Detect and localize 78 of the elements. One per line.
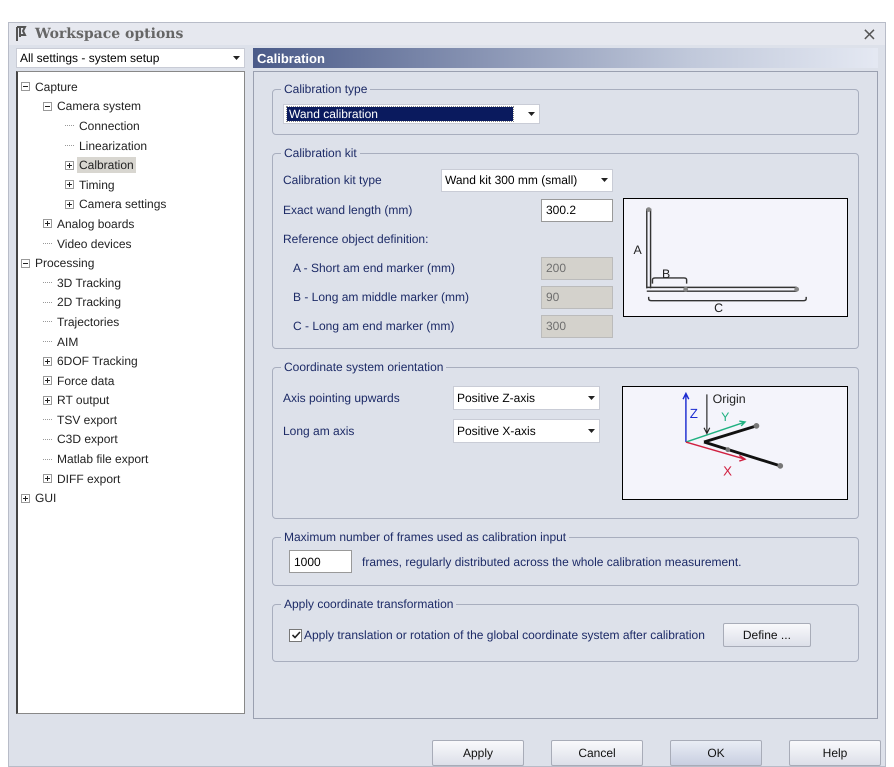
diagram-label: C xyxy=(714,301,724,316)
field-label: Exact wand length (mm) xyxy=(283,203,414,217)
tree-item[interactable]: Connection xyxy=(77,118,142,134)
caret-icon xyxy=(588,396,594,400)
collapse-icon[interactable] xyxy=(21,82,30,92)
group-legend: Calibration kit xyxy=(281,146,360,160)
tree-item[interactable]: TSV export xyxy=(55,412,120,428)
dialog-button[interactable]: OK xyxy=(670,740,762,766)
expand-icon[interactable] xyxy=(43,219,52,228)
axis-label: Y xyxy=(721,410,730,424)
diagram-label: B xyxy=(662,266,670,281)
transform-checkbox[interactable]: Apply translation or rotation of the global coordinate system after calibration xyxy=(289,628,705,642)
field-label: Calibration kit type xyxy=(283,173,383,187)
tree-item[interactable]: 2D Tracking xyxy=(55,294,124,310)
calibration-type-dropdown[interactable]: Wand calibration xyxy=(283,104,540,124)
collapse-icon[interactable] xyxy=(43,102,52,111)
app-icon xyxy=(15,26,29,42)
panel-header: Calibration xyxy=(253,48,878,68)
frames-field[interactable]: 1000 xyxy=(289,550,352,573)
tree-item[interactable]: Force data xyxy=(55,372,116,389)
caret-icon xyxy=(588,429,594,433)
group-legend: Maximum number of frames used as calibration input xyxy=(281,530,570,544)
group-legend: Apply coordinate transformation xyxy=(281,597,456,611)
expand-icon[interactable] xyxy=(65,200,74,209)
tree-item[interactable]: Calbration xyxy=(77,157,136,174)
axis-dropdown[interactable]: Positive Z-axis xyxy=(453,386,600,410)
tree-item[interactable]: 6DOF Tracking xyxy=(55,353,140,370)
field-label: A - Short am end marker (mm) xyxy=(292,261,456,275)
dialog-button[interactable]: Cancel xyxy=(551,740,643,766)
group-legend: Coordinate system orientation xyxy=(281,360,446,374)
caret-icon xyxy=(528,112,534,116)
tree-item[interactable]: AIM xyxy=(55,334,80,350)
tree-item[interactable]: RT output xyxy=(55,392,112,408)
close-button[interactable]: × xyxy=(860,24,879,44)
check-icon xyxy=(290,630,300,640)
expand-icon[interactable] xyxy=(43,474,52,484)
define-button[interactable]: Define ... xyxy=(722,623,811,647)
expand-icon[interactable] xyxy=(43,356,52,366)
wand-length-field[interactable]: 300.2 xyxy=(541,198,613,222)
field-label: Axis pointing upwards xyxy=(283,391,401,405)
expand-icon[interactable] xyxy=(43,396,52,405)
frames-note: frames, regularly distributed across the whole calibration measurement. xyxy=(362,554,742,568)
axis-label: X xyxy=(723,463,732,478)
tree-item[interactable]: Timing xyxy=(77,176,117,193)
caret-icon xyxy=(600,178,608,182)
axis-label: Z xyxy=(690,406,698,422)
collapse-icon[interactable] xyxy=(21,258,30,268)
tree-item[interactable]: 3D Tracking xyxy=(55,274,124,291)
axis-dropdown[interactable]: Positive X-axis xyxy=(453,419,600,443)
kit-type-dropdown[interactable]: Wand kit 300 mm (small) xyxy=(441,168,613,192)
dialog-button[interactable]: Help xyxy=(789,740,881,766)
field-label: Long am axis xyxy=(283,424,356,438)
dialog-button[interactable]: Apply xyxy=(432,740,524,766)
group-legend: Calibration type xyxy=(281,82,370,96)
tree-item[interactable]: Analog boards xyxy=(55,216,136,232)
tree-item[interactable]: Video devices xyxy=(55,236,134,252)
expand-icon[interactable] xyxy=(43,376,52,386)
field-label: C - Long am end marker (mm) xyxy=(292,319,456,333)
expand-icon[interactable] xyxy=(21,494,30,503)
tree-item[interactable]: Camera system xyxy=(55,98,144,114)
tree-item[interactable]: Linearization xyxy=(77,138,150,154)
expand-icon[interactable] xyxy=(65,160,74,170)
tree-item[interactable]: C3D export xyxy=(55,431,120,448)
tree-item[interactable]: GUI xyxy=(33,490,58,506)
caret-icon xyxy=(232,56,240,60)
diagram-label: Origin xyxy=(712,392,746,406)
tree-item[interactable]: DIFF export xyxy=(55,470,122,487)
tree-item[interactable]: Trajectories xyxy=(55,314,122,330)
field-label: B - Long am middle marker (mm) xyxy=(292,290,470,304)
section-label: Reference object definition: xyxy=(283,232,428,246)
tree-item[interactable]: Capture xyxy=(33,78,80,95)
diagram-label: A xyxy=(634,243,642,258)
expand-icon[interactable] xyxy=(65,180,74,190)
tree-item[interactable]: Processing xyxy=(33,255,96,272)
tree-item[interactable]: Matlab file export xyxy=(55,451,150,468)
scope-dropdown[interactable]: All settings - system setup xyxy=(16,48,245,68)
window-title: Workspace options xyxy=(35,26,184,42)
tree-item[interactable]: Camera settings xyxy=(77,196,168,212)
